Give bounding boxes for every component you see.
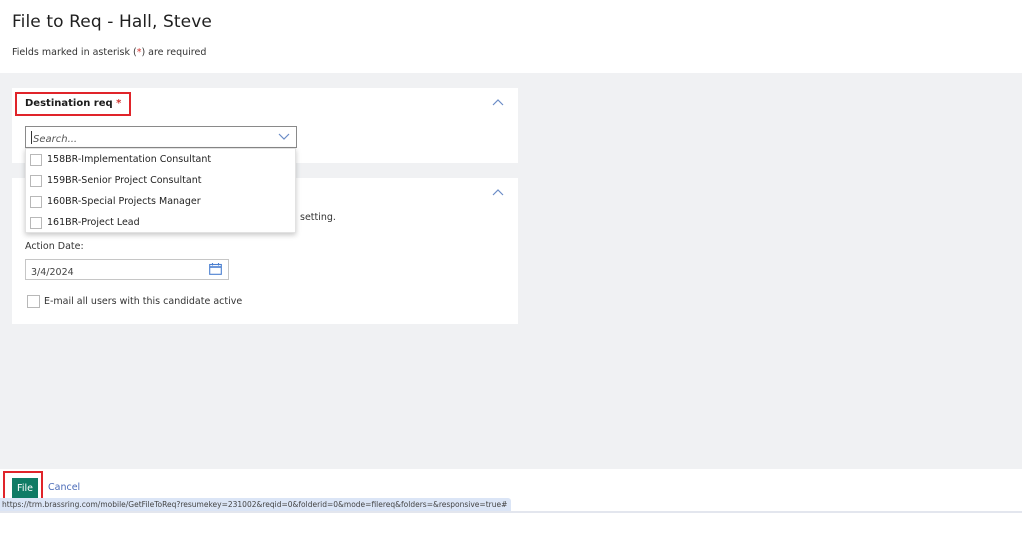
required-star: * bbox=[116, 98, 122, 109]
option-label: 158BR-Implementation Consultant bbox=[47, 154, 212, 165]
required-note-prefix: Fields marked in asterisk ( bbox=[12, 47, 137, 58]
dropdown-option[interactable]: 160BR-Special Projects Manager bbox=[26, 191, 295, 212]
option-checkbox[interactable] bbox=[30, 174, 42, 187]
search-input[interactable] bbox=[26, 129, 266, 150]
file-button[interactable]: File bbox=[12, 478, 38, 498]
option-label: 161BR-Project Lead bbox=[47, 217, 140, 228]
email-users-label: E-mail all users with this candidate act… bbox=[44, 296, 243, 307]
option-checkbox[interactable] bbox=[30, 195, 42, 208]
action-date-field[interactable] bbox=[25, 259, 229, 282]
cancel-link[interactable]: Cancel bbox=[48, 482, 80, 493]
dropdown-option[interactable]: 159BR-Senior Project Consultant bbox=[26, 170, 295, 191]
action-date-label: Action Date: bbox=[25, 241, 84, 252]
chevron-down-icon[interactable] bbox=[278, 133, 290, 141]
option-label: 159BR-Senior Project Consultant bbox=[47, 175, 202, 186]
destination-req-search[interactable] bbox=[25, 126, 297, 150]
status-bar-url: https://trm.brassring.com/mobile/GetFile… bbox=[0, 498, 512, 511]
text-cursor bbox=[31, 131, 32, 144]
calendar-icon[interactable] bbox=[209, 263, 222, 275]
dropdown-option[interactable]: 158BR-Implementation Consultant bbox=[26, 149, 295, 170]
required-note: Fields marked in asterisk (*) are requir… bbox=[12, 47, 206, 58]
email-users-checkbox[interactable] bbox=[27, 295, 40, 308]
option-checkbox[interactable] bbox=[30, 216, 42, 229]
dropdown-option[interactable]: 161BR-Project Lead bbox=[26, 212, 295, 233]
destination-req-label: Destination req * bbox=[15, 92, 132, 116]
option-checkbox[interactable] bbox=[30, 153, 42, 166]
email-users-option[interactable]: E-mail all users with this candidate act… bbox=[27, 295, 242, 308]
destination-req-dropdown: 158BR-Implementation Consultant 159BR-Se… bbox=[25, 148, 296, 233]
bottom-divider bbox=[0, 511, 1022, 513]
destination-req-label-text: Destination req bbox=[25, 98, 113, 109]
option-label: 160BR-Special Projects Manager bbox=[47, 196, 201, 207]
action-date-input[interactable] bbox=[26, 263, 201, 282]
partially-hidden-text: setting. bbox=[300, 212, 336, 223]
chevron-up-icon[interactable] bbox=[492, 188, 504, 196]
page-title: File to Req - Hall, Steve bbox=[12, 12, 212, 32]
required-note-suffix: ) are required bbox=[141, 47, 207, 58]
chevron-up-icon[interactable] bbox=[492, 98, 504, 106]
